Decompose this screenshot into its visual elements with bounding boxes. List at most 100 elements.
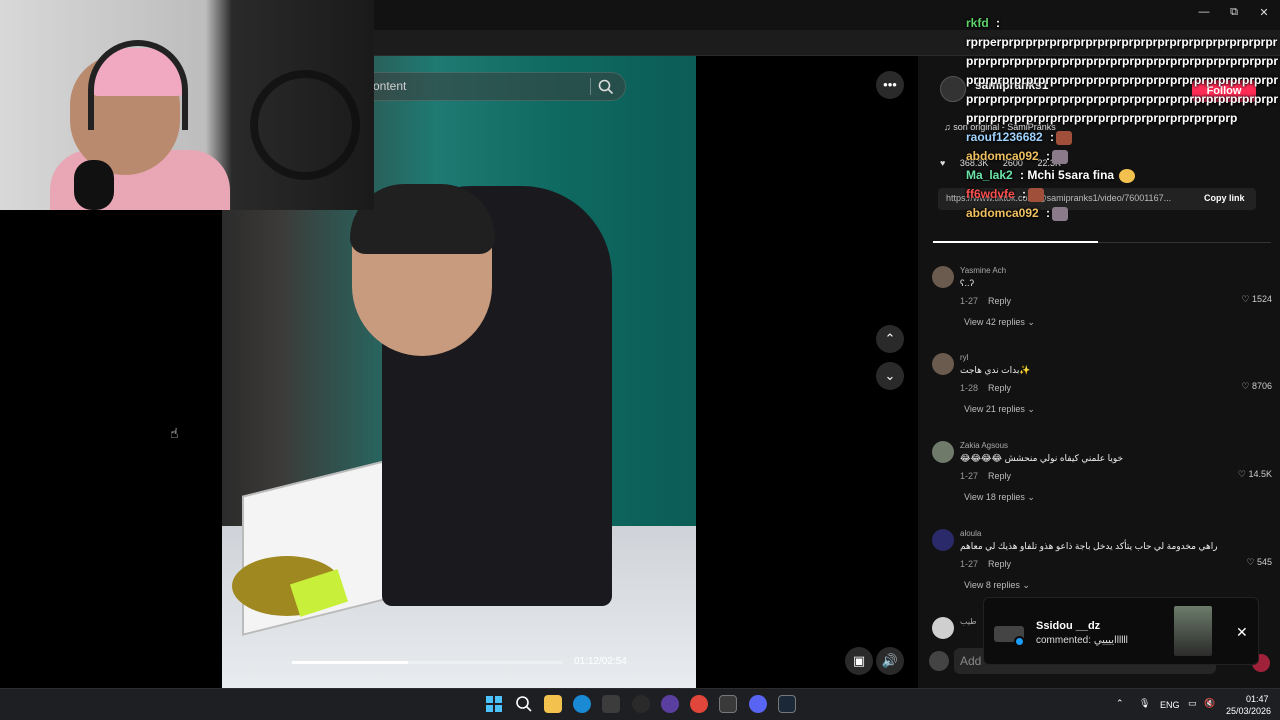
chat-message: abdomca092 : <box>966 147 1278 166</box>
view-replies-button[interactable]: View 18 replies ⌄ <box>964 492 1035 503</box>
commenter-avatar[interactable] <box>932 353 954 375</box>
commenter-avatar[interactable] <box>932 266 954 288</box>
commenter-name[interactable]: aloula <box>960 529 981 538</box>
view-replies-label: View 18 replies <box>964 492 1025 502</box>
notification-badge <box>1014 636 1025 647</box>
comment-text: ʕ..ʔ <box>960 278 975 288</box>
comment-likes[interactable]: ♡ 14.5K <box>1238 469 1272 480</box>
steam-taskbar-icon[interactable] <box>778 695 796 713</box>
commenter-avatar[interactable] <box>932 441 954 463</box>
reply-button[interactable]: Reply <box>988 296 1011 306</box>
emote-icon <box>1028 187 1045 202</box>
comment-meta: 1-27 Reply <box>960 559 1011 569</box>
edge-icon[interactable] <box>573 695 591 713</box>
media-player-icon[interactable] <box>719 695 737 713</box>
commenter-name[interactable]: Yasmine Ach <box>960 266 1006 275</box>
commenter-name[interactable]: طيب <box>960 617 977 626</box>
chat-username: abdomca092 <box>966 206 1039 220</box>
chat-message: Ma_lak2 : Mchi 5sara fina <box>966 166 1278 185</box>
commenter-avatar[interactable] <box>932 529 954 551</box>
close-icon[interactable]: ✕ <box>1236 624 1248 641</box>
view-replies-label: View 42 replies <box>964 317 1025 327</box>
app-icon[interactable] <box>632 695 650 713</box>
chrome-icon[interactable] <box>690 695 708 713</box>
comment-date: 1-27 <box>960 471 979 481</box>
comment-likes[interactable]: ♡ 1524 <box>1241 294 1272 305</box>
chevron-up-tray-icon[interactable]: ⌃ <box>1116 698 1124 709</box>
chat-message: rkfd : <box>966 14 1278 33</box>
view-replies-button[interactable]: View 21 replies ⌄ <box>964 404 1035 415</box>
chat-username: ff6wdvfe <box>966 187 1015 201</box>
chat-separator: : <box>1046 130 1055 144</box>
taskbar-search-icon[interactable] <box>515 695 533 713</box>
notification-user: Ssidou __dz <box>1036 620 1101 632</box>
search-placeholder: ontent <box>373 79 407 93</box>
commenter-avatar[interactable] <box>932 617 954 639</box>
speaker-muted-icon[interactable]: 🔇 <box>1204 698 1215 709</box>
comment-likes-count: 14.5K <box>1248 469 1272 479</box>
chat-separator: : <box>992 16 1001 30</box>
comment-likes-count: 1524 <box>1251 294 1272 304</box>
volume-icon[interactable]: 🔊 <box>876 647 904 675</box>
chat-text: Mchi 5sara fina <box>1027 168 1115 182</box>
comment-notification[interactable]: Ssidou __dz commented: ايييييlllll ✕ <box>983 597 1259 665</box>
comment-date: 1-28 <box>960 383 979 393</box>
comment-likes[interactable]: ♡ 545 <box>1246 557 1272 568</box>
hand-cursor-icon: ☝ <box>170 425 179 441</box>
video-progress-bar[interactable] <box>292 661 562 664</box>
search-divider <box>590 78 591 95</box>
chat-separator: : <box>1042 149 1051 163</box>
commenter-name[interactable]: ryl <box>960 353 968 362</box>
reply-button[interactable]: Reply <box>988 559 1011 569</box>
chevron-down-icon[interactable]: ⌄ <box>876 362 904 390</box>
commenter-name[interactable]: Zakia Agsous <box>960 441 1008 450</box>
more-icon[interactable]: ••• <box>876 71 904 99</box>
microphone-icon[interactable]: 🎙 <box>1139 698 1150 709</box>
comment-date: 1-27 <box>960 296 979 306</box>
chat-message: rprperprprprprprprprprprprprprprprprprpr… <box>966 33 1278 128</box>
view-replies-button[interactable]: View 8 replies ⌄ <box>964 580 1030 591</box>
floating-player-icon[interactable]: ▣ <box>845 647 873 675</box>
language-indicator[interactable]: ENG <box>1160 700 1180 710</box>
search-icon[interactable] <box>598 79 614 100</box>
comment-text: 😂😂😂😂 خويا علمني كيفاه نولي منحشش <box>960 453 1124 463</box>
reply-button[interactable]: Reply <box>988 471 1011 481</box>
comment-likes[interactable]: ♡ 8706 <box>1241 381 1272 392</box>
clock-time[interactable]: 01:47 <box>1246 694 1269 704</box>
reply-button[interactable]: Reply <box>988 383 1011 393</box>
view-replies-button[interactable]: View 42 replies ⌄ <box>964 317 1035 328</box>
notification-message: commented: ايييييlllll <box>1036 635 1128 646</box>
comment-likes-count: 545 <box>1256 557 1272 567</box>
network-icon[interactable]: ▭ <box>1188 698 1197 709</box>
emote-icon <box>1052 206 1069 221</box>
windows-start-icon[interactable] <box>486 696 502 717</box>
webcam-microphone <box>74 160 114 210</box>
chat-message: abdomca092 : <box>966 204 1278 223</box>
webcam-headset <box>88 40 188 130</box>
chevron-up-icon[interactable]: ⌃ <box>876 325 904 353</box>
video-time: 01:12/02:54 <box>574 656 627 667</box>
comment-likes-count: 8706 <box>1251 381 1272 391</box>
chat-username: abdomca092 <box>966 149 1039 163</box>
file-explorer-icon[interactable] <box>544 695 562 713</box>
discord-icon[interactable] <box>749 695 767 713</box>
notification-thumbnail <box>1174 606 1212 656</box>
tab-comments-indicator[interactable] <box>933 241 1098 243</box>
creator-avatar[interactable] <box>940 76 966 102</box>
stream-chat-overlay: rkfd : rprperprprprprprprprprprprprprprp… <box>966 14 1278 223</box>
comment-date: 1-27 <box>960 559 979 569</box>
store-icon[interactable] <box>602 695 620 713</box>
webcam-motorbike <box>250 70 360 180</box>
chat-separator: : <box>1018 187 1027 201</box>
chat-separator: : <box>1042 206 1051 220</box>
clock-date[interactable]: 25/03/2026 <box>1226 706 1271 716</box>
comment-meta: 1-27 Reply <box>960 296 1011 306</box>
search-input[interactable]: ontent <box>360 72 626 101</box>
my-avatar <box>929 651 949 671</box>
emoji-icon <box>1119 168 1136 183</box>
twitch-icon[interactable] <box>661 695 679 713</box>
webcam-overlay <box>0 0 374 210</box>
chat-username: raouf1236682 <box>966 130 1043 144</box>
heart-icon[interactable]: ♥ <box>940 158 945 168</box>
view-replies-label: View 21 replies <box>964 404 1025 414</box>
